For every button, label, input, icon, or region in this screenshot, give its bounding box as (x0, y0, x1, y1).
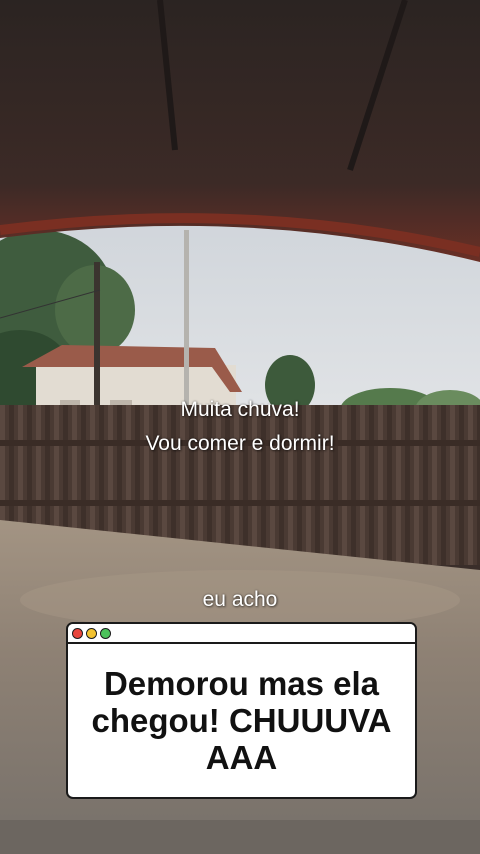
minimize-dot-icon (86, 627, 97, 639)
caption-aside: eu acho (202, 588, 278, 611)
close-dot-icon (72, 627, 83, 639)
retro-window-popup: Demorou mas ela chegou! CHUUUVA AAA (66, 622, 417, 799)
caption-main: Muita chuva! Vou comer e dormir! (0, 393, 480, 461)
popup-titlebar (68, 624, 415, 644)
popup-body: Demorou mas ela chegou! CHUUUVA AAA (68, 644, 415, 797)
caption-line-2: Vou comer e dormir! (145, 432, 335, 455)
popup-text: Demorou mas ela chegou! CHUUUVA AAA (91, 665, 392, 776)
caption-line-1: Muita chuva! (180, 398, 300, 421)
maximize-dot-icon (100, 627, 111, 639)
